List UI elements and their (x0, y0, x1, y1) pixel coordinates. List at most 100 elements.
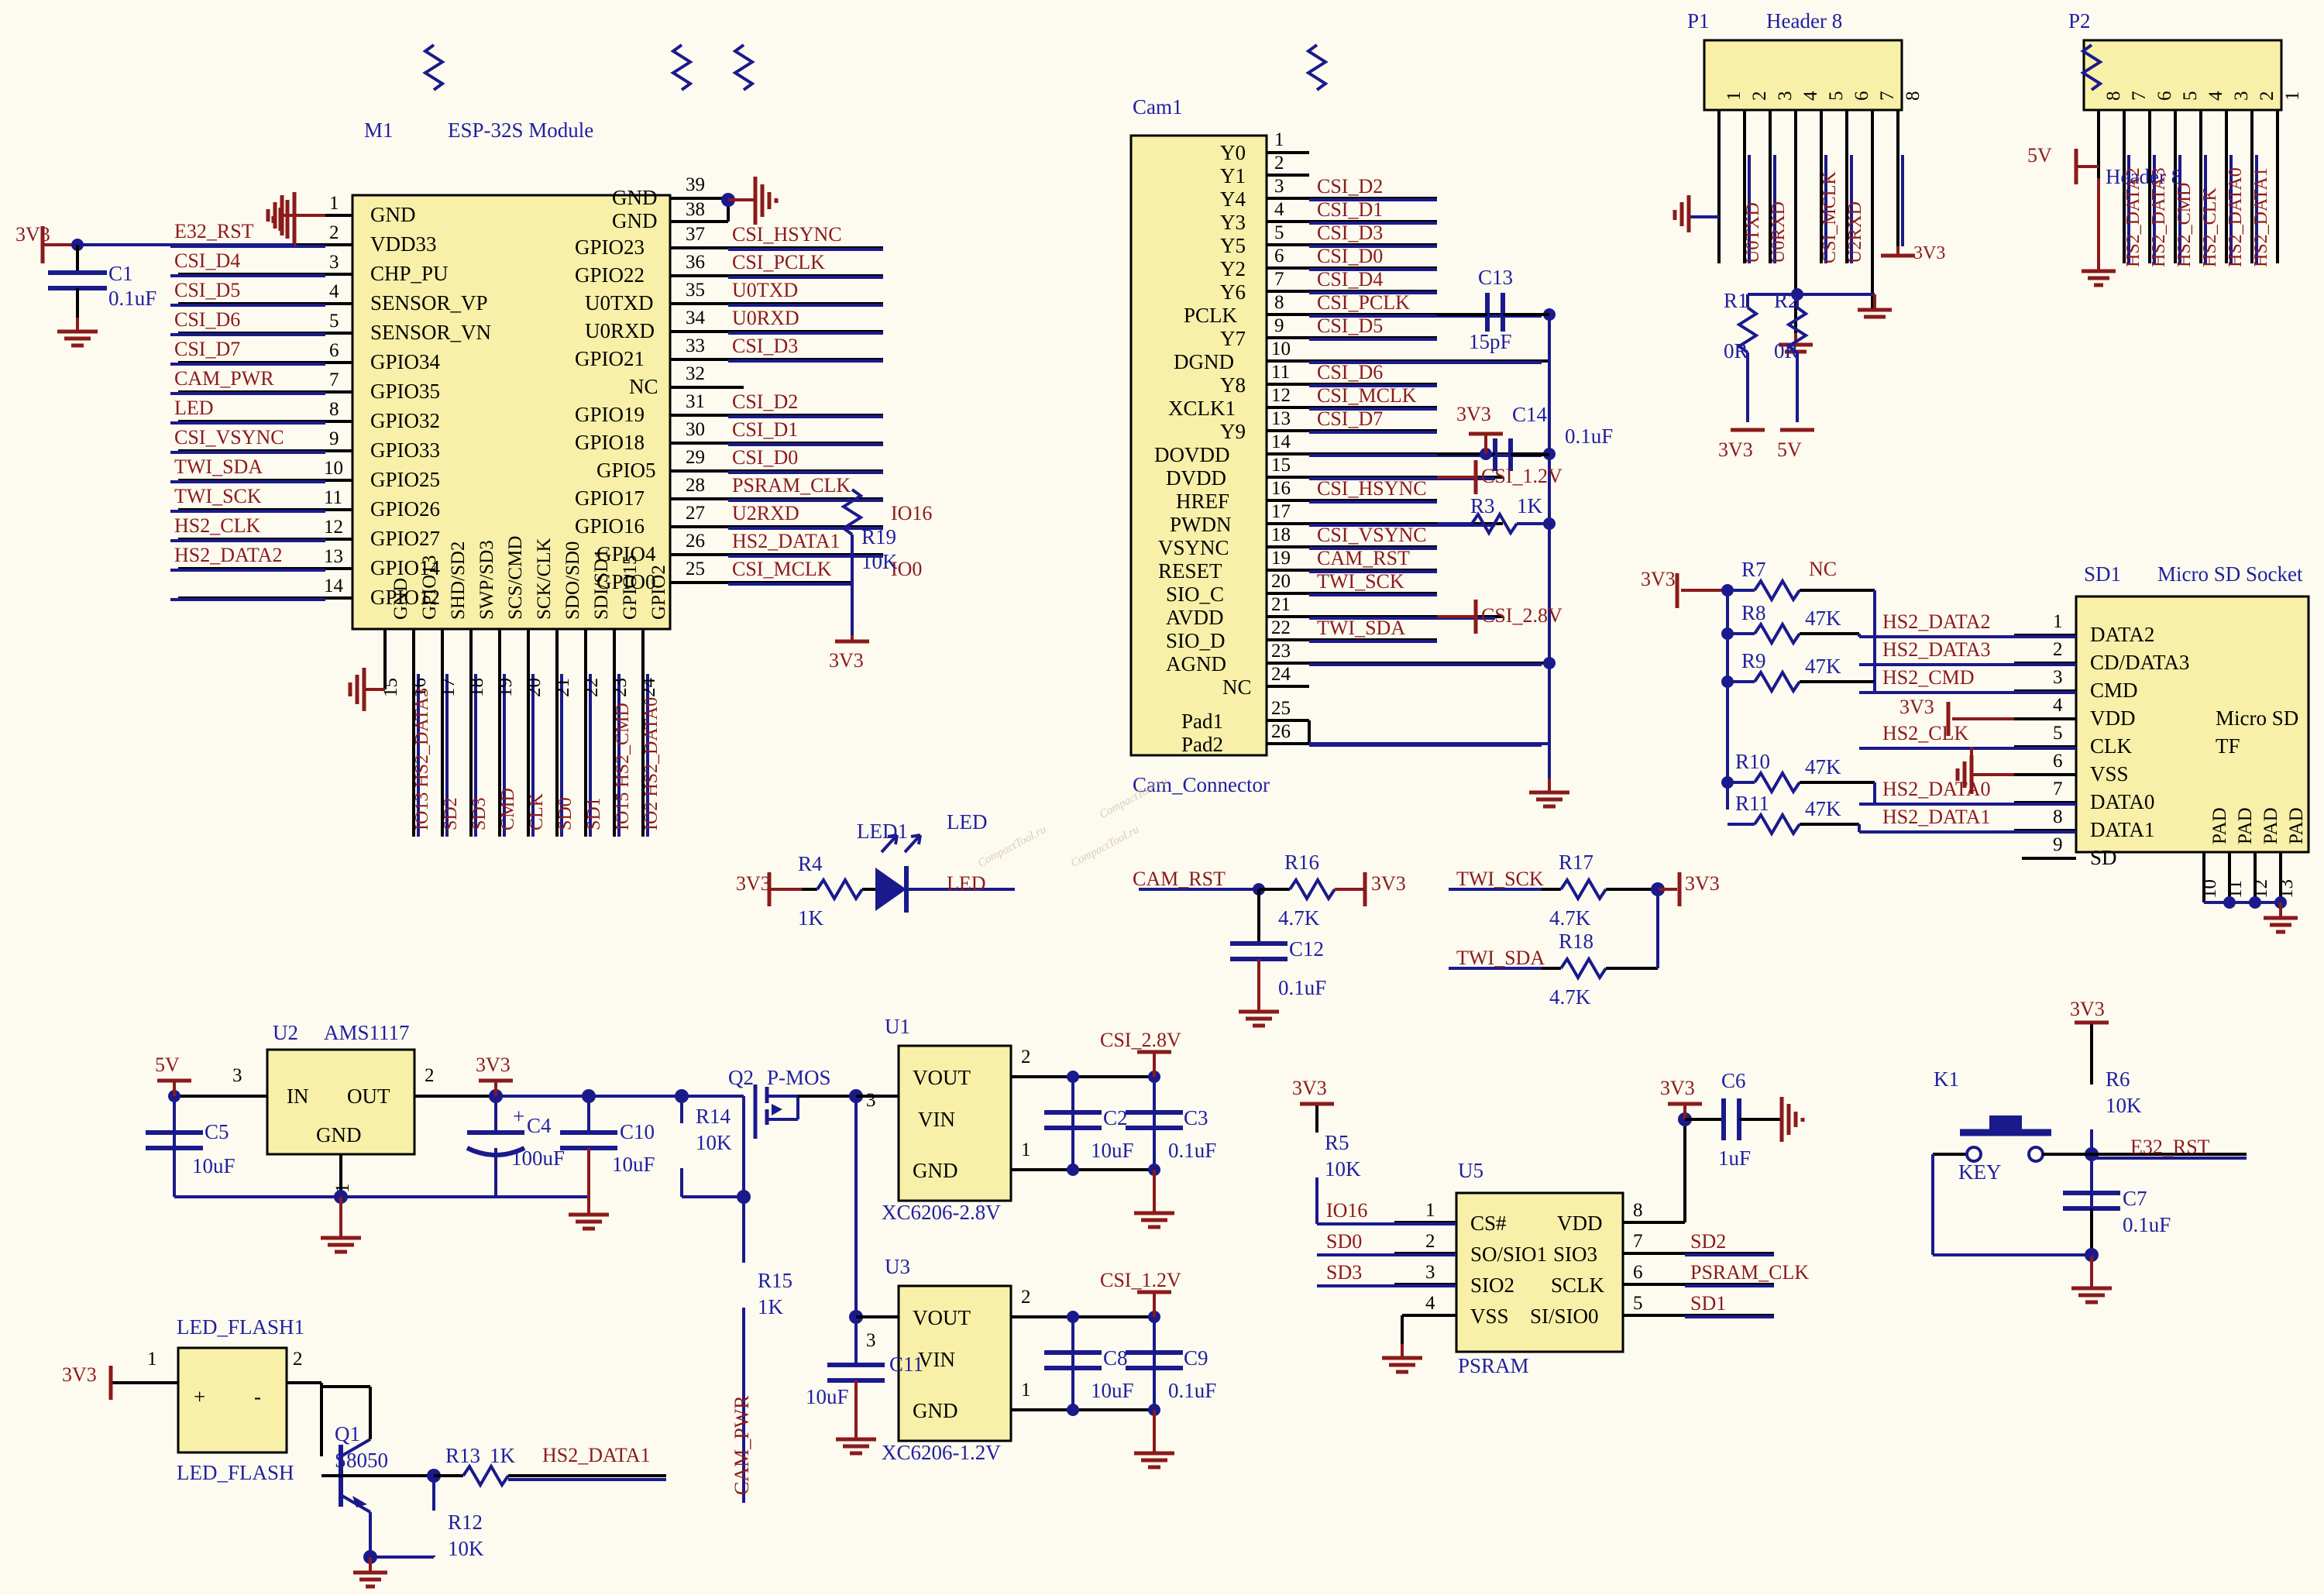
r14-ref: R14 (696, 1106, 731, 1127)
u3-pin-3-num: 3 (866, 1331, 876, 1350)
cam1-net-cam-rst: CAM_RST (1317, 548, 1410, 569)
cam1-pin-22-name: SIO_D (1166, 631, 1226, 651)
u5-net-sd0: SD0 (1326, 1232, 1362, 1252)
c3-value: 0.1uF (1168, 1140, 1216, 1161)
p1-pin-5-num: 5 (1827, 91, 1846, 101)
c1-ref: C1 (108, 263, 133, 284)
m1-pin-32-num: 32 (686, 364, 705, 383)
m1-pin-39-num: 39 (686, 175, 705, 194)
ledflash-pin2: 2 (293, 1349, 303, 1369)
sd1-rail-3v3: 3V3 (1641, 569, 1676, 590)
cam1-pin-24-num: 24 (1271, 665, 1291, 684)
u5-vss: VSS (1470, 1306, 1509, 1327)
net-csi-d2-m1: CSI_D2 (732, 392, 798, 412)
cam1-net-csi-vsync: CSI_VSYNC (1317, 525, 1427, 545)
k1-ref: K1 (1934, 1069, 1959, 1090)
u5-pin-8-num: 8 (1633, 1201, 1643, 1220)
net-sd2: SD2 (442, 797, 460, 830)
u1-out-rail: CSI_2.8V (1100, 1030, 1181, 1050)
r15-value: 1K (758, 1297, 783, 1318)
m1-pin-22-name: SDI/SD1 (592, 548, 611, 620)
cam1-net-csi-d6: CSI_D6 (1317, 363, 1383, 383)
p2-name: Header 8 (2106, 167, 2181, 187)
cam1-pin-11-name: Y8 (1220, 375, 1246, 396)
net-u0rxd: U0RXD (732, 308, 799, 328)
pmos-label: P-MOS (767, 1067, 831, 1088)
m1-pin-15-name: GND (391, 578, 411, 620)
m1-pin-30-num: 30 (686, 420, 705, 439)
p1-pin-6-num: 6 (1852, 91, 1872, 101)
net-csi-d0-m1: CSI_D0 (732, 448, 798, 468)
r14-value: 10K (696, 1133, 732, 1153)
led1-ref: LED1 (857, 821, 908, 842)
cam1-pin-21-num: 21 (1271, 595, 1291, 614)
r2-rail: 5V (1777, 440, 1802, 460)
u3-ref: U3 (885, 1256, 910, 1277)
m1-pin-39-name: GND (612, 187, 658, 208)
ledflash-name: LED_FLASH (177, 1463, 294, 1483)
sd1-pin-7-num: 7 (2053, 779, 2063, 799)
m1-pin-20-num: 20 (524, 678, 544, 697)
net-csi-d3: CSI_D3 (732, 336, 798, 356)
u2-pin-3-num: 3 (232, 1066, 242, 1085)
sd1-pin-9-name: SD (2090, 847, 2117, 868)
p2-net-hs2-data3: HS2_DATA3 (2150, 167, 2168, 267)
m1-pin-2-name: VDD33 (370, 234, 437, 255)
m1-pin-21-name: SDO/SD0 (563, 541, 583, 620)
u3-gnd: GND (913, 1401, 958, 1421)
cam1-ref: Cam1 (1133, 97, 1183, 118)
m1-pin-3-name: CHP_PU (370, 263, 449, 284)
sd1-pin-8-name: DATA1 (2090, 820, 2154, 840)
u1-pin-1-num: 1 (1021, 1140, 1031, 1160)
r19-value: 10K (861, 552, 898, 572)
sd1-pad-13-num: 13 (2277, 879, 2296, 899)
p2-net-hs2-data2: HS2_DATA2 (2124, 167, 2143, 267)
u3-pin-1-num: 1 (1021, 1380, 1031, 1400)
u5-net-io16: IO16 (1326, 1201, 1367, 1221)
m1-pin-15-num: 15 (381, 678, 401, 697)
m1-pin-16-name: GPIO13 (420, 555, 439, 620)
cam1-net-twi-sda: TWI_SDA (1317, 618, 1405, 638)
u5-sio2: SIO2 (1470, 1275, 1514, 1296)
cam1-pin-15-name: DVDD (1166, 468, 1226, 489)
m1-pin-23-name: GPIO15 (621, 555, 640, 620)
net-csi-pclk: CSI_PCLK (732, 253, 825, 273)
m1-pin-31-num: 31 (686, 392, 705, 411)
sd1-pin-3-num: 3 (2053, 668, 2063, 687)
r18-ref: R18 (1559, 931, 1593, 952)
m1-pin-23-num: 23 (610, 678, 630, 697)
cam1-pin-20-num: 20 (1271, 572, 1291, 591)
r17-ref: R17 (1559, 852, 1593, 873)
m1-pin-12-num: 12 (324, 517, 343, 537)
net-csi-hsync: CSI_HSYNC (732, 225, 842, 245)
m1-pin-38-num: 38 (686, 200, 705, 219)
net-u0txd: U0TXD (732, 280, 798, 301)
q1-ref: Q1 (335, 1424, 360, 1445)
u5-net-sd1: SD1 (1690, 1294, 1726, 1314)
c11-value: 10uF (806, 1387, 849, 1408)
r9-value: 47K (1805, 656, 1841, 677)
m1-pin-11-num: 11 (324, 488, 342, 507)
twi-rail: 3V3 (1685, 874, 1720, 894)
sd1-net-clk: HS2_CLK (1882, 724, 1968, 744)
r8-ref: R8 (1741, 603, 1766, 624)
c3-ref: C3 (1184, 1108, 1208, 1129)
net-e32-rst: E32_RST (174, 222, 254, 242)
q1-name: S8050 (335, 1450, 388, 1471)
u2-pin-in: IN (287, 1086, 309, 1107)
cam1-pin-4-num: 4 (1274, 200, 1284, 219)
cam1-pin-10-name: DGND (1174, 352, 1234, 373)
sd1-name: Micro SD Socket (2157, 564, 2302, 585)
cam1-pin-8-num: 8 (1274, 293, 1284, 312)
p1-net-csi-mclk: CSI_MCLK (1820, 171, 1839, 263)
c9-value: 0.1uF (1168, 1380, 1216, 1401)
net-io16: IO16 (891, 504, 932, 524)
r10-ref: R10 (1735, 751, 1770, 772)
m1-pin-17-name: SHD/SD2 (449, 541, 468, 620)
cam1-pin-12-name: XCLK1 (1168, 398, 1236, 419)
u2-pin-2-num: 2 (425, 1066, 435, 1085)
p1-pin-1-num: 1 (1724, 91, 1744, 101)
r13-value: 1K (490, 1445, 515, 1466)
cam1-net-csi-d3: CSI_D3 (1317, 223, 1383, 243)
p2-pin-6-num: 6 (2155, 91, 2174, 101)
